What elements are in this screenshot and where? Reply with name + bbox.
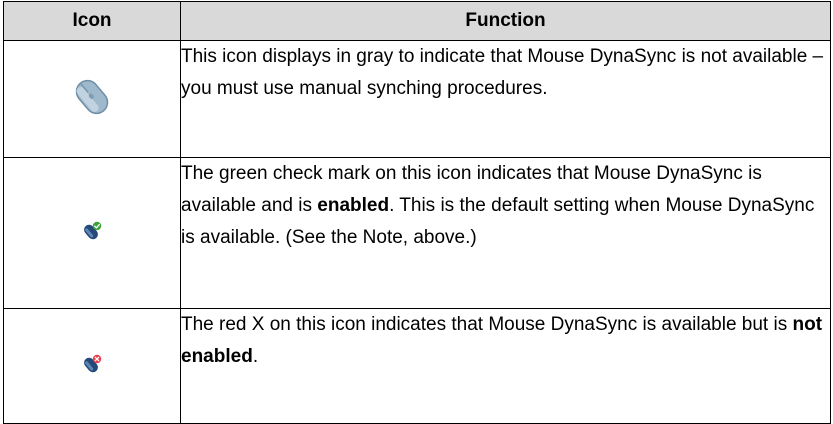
emphasis-enabled: enabled — [317, 195, 390, 216]
mouse-green-check-icon — [82, 221, 102, 246]
function-cell: This icon displays in gray to indicate t… — [180, 40, 831, 158]
table-row: This icon displays in gray to indicate t… — [3, 40, 831, 158]
function-cell: The red X on this icon indicates that Mo… — [180, 308, 831, 424]
table-header-row: Icon Function — [3, 1, 831, 41]
icon-cell — [3, 157, 181, 309]
mouse-gray-icon — [75, 75, 109, 124]
function-cell: The green check mark on this icon indica… — [180, 157, 831, 309]
table-row: The green check mark on this icon indica… — [3, 157, 831, 309]
icon-cell — [3, 308, 181, 424]
header-icon: Icon — [3, 1, 181, 41]
table-row: The red X on this icon indicates that Mo… — [3, 308, 831, 424]
icon-cell — [3, 40, 181, 158]
mouse-red-x-icon — [82, 354, 102, 379]
header-function: Function — [180, 1, 831, 41]
icon-function-table: Icon Function This icon displays in gray… — [3, 1, 831, 424]
